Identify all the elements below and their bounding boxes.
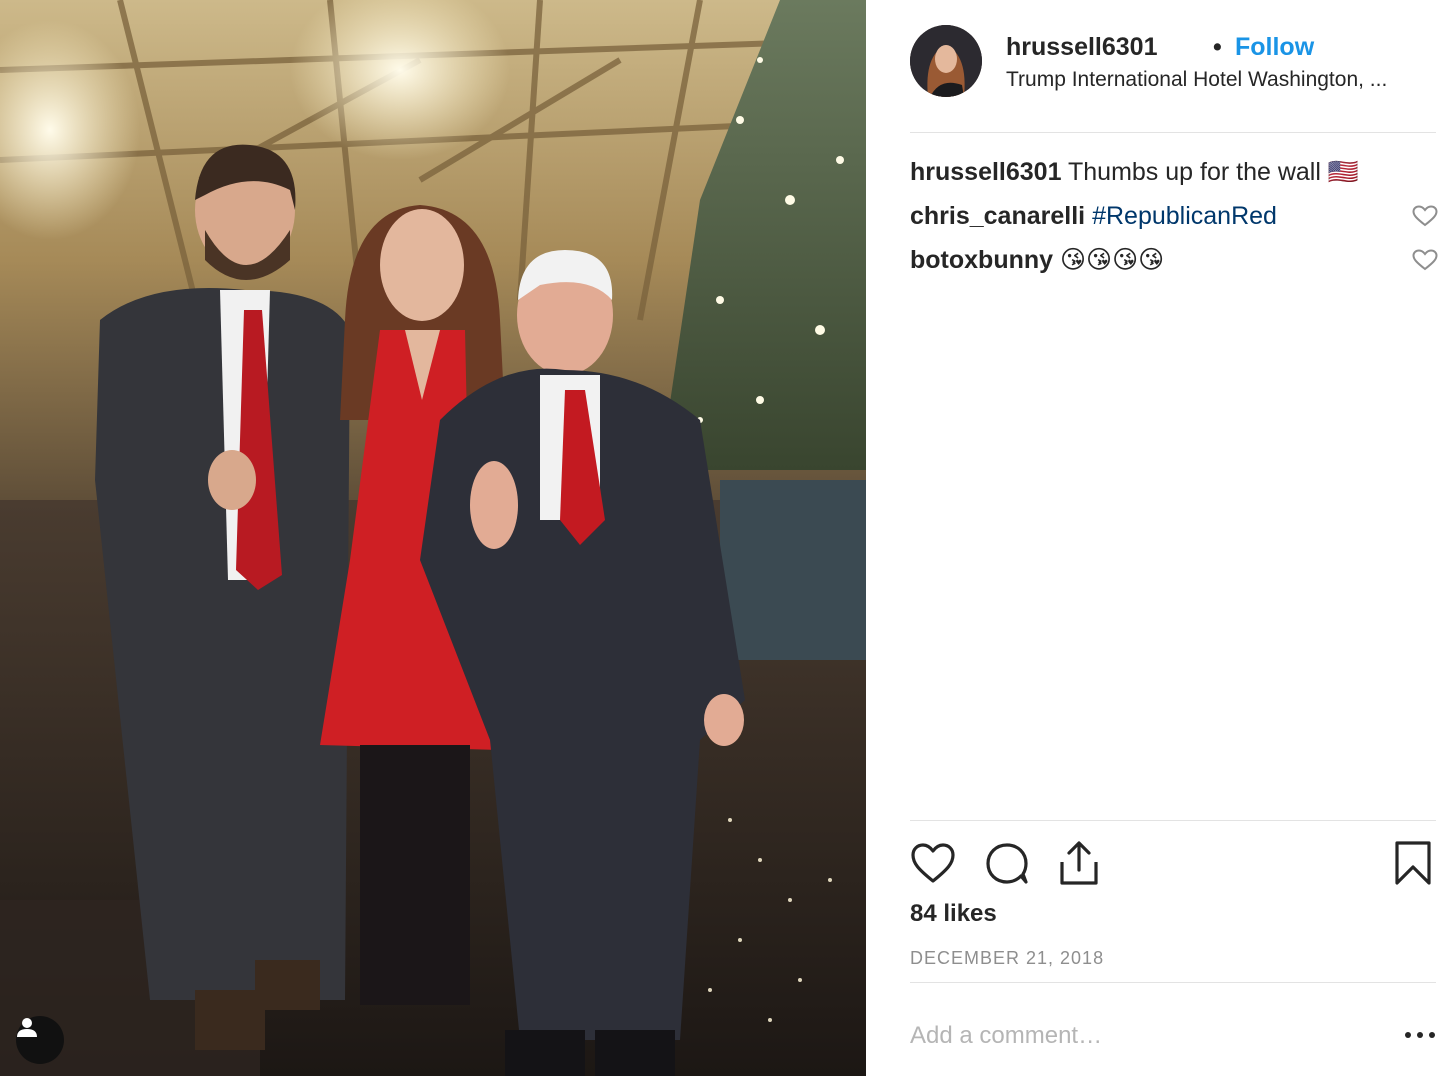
heart-icon[interactable] [910, 840, 956, 886]
comment-divider [910, 982, 1436, 983]
header-separator: • [1213, 33, 1222, 61]
photo-illustration [0, 0, 866, 1076]
avatar-image [910, 25, 982, 97]
location-text: Trump International Hotel Washington, ..… [1006, 68, 1388, 91]
comment-hashtag[interactable]: #RepublicanRed [1092, 202, 1277, 230]
header-divider [910, 132, 1436, 133]
comment-bubble-icon[interactable] [984, 840, 1030, 886]
caption-username[interactable]: hrussell6301 [910, 158, 1062, 186]
comment-username[interactable]: botoxbunny [910, 246, 1053, 274]
location-link[interactable]: Trump International Hotel Washington, ..… [1006, 68, 1434, 92]
post-header: hrussell6301 • Follow Trump Internationa… [910, 22, 1436, 102]
add-comment-input[interactable] [910, 1016, 1380, 1056]
follow-button[interactable]: Follow [1235, 33, 1314, 62]
more-options-icon[interactable] [1402, 1025, 1438, 1045]
comment-like-heart-icon[interactable] [1412, 249, 1438, 271]
comment-item: chris_canarelli #RepublicanRed [910, 194, 1438, 238]
actions-divider [910, 820, 1436, 821]
user-tags-button[interactable] [16, 1016, 64, 1064]
comments-list: hrussell6301 Thumbs up for the wall 🇺🇸 c… [910, 150, 1438, 282]
post-details-panel: hrussell6301 • Follow Trump Internationa… [866, 0, 1456, 1076]
likes-count[interactable]: 84 likes [910, 900, 997, 928]
caption: hrussell6301 Thumbs up for the wall 🇺🇸 [910, 150, 1436, 194]
comment-username[interactable]: chris_canarelli [910, 202, 1085, 230]
post-photo[interactable] [0, 0, 866, 1076]
caption-text: Thumbs up for the wall 🇺🇸 [1068, 158, 1359, 186]
post-date: DECEMBER 21, 2018 [910, 948, 1105, 968]
bookmark-icon[interactable] [1390, 840, 1436, 886]
share-icon[interactable] [1056, 840, 1102, 886]
comment-like-heart-icon[interactable] [1412, 205, 1438, 227]
comment-text: 😘😘😘😘 [1059, 246, 1165, 274]
user-tag-icon [17, 1018, 37, 1037]
avatar[interactable] [910, 25, 982, 97]
author-username[interactable]: hrussell6301 [1006, 33, 1158, 62]
post-actions [910, 834, 1436, 890]
comment-item: botoxbunny 😘😘😘😘 [910, 238, 1438, 282]
